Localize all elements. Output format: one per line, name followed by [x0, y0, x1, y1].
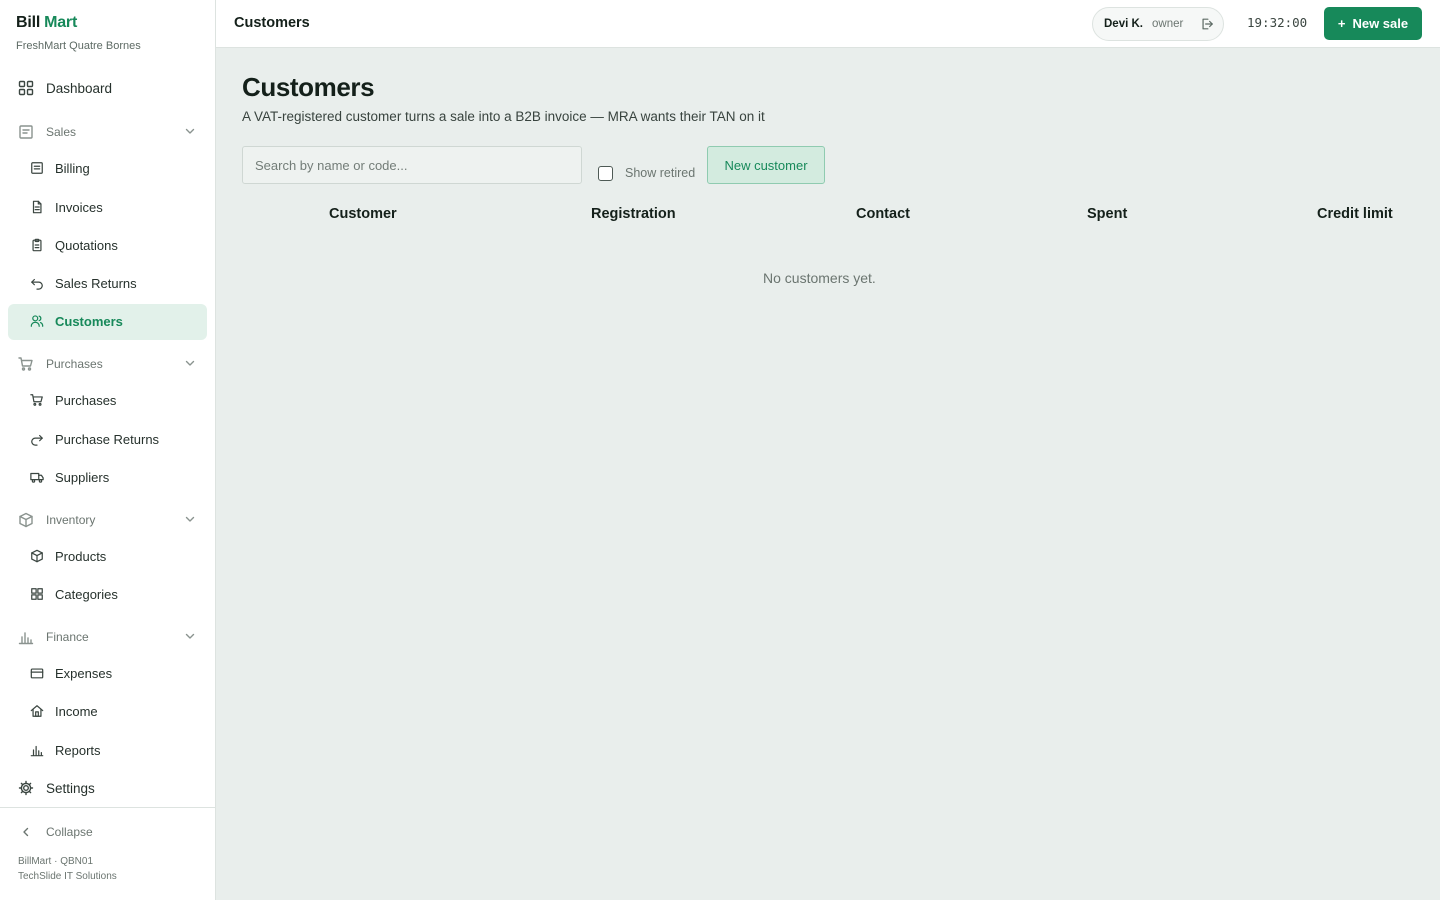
box-icon — [16, 510, 36, 530]
user-role: owner — [1152, 18, 1184, 30]
wallet-icon — [28, 663, 46, 683]
return-arrow-icon — [28, 273, 46, 293]
sidebar-item-label: Billing — [55, 160, 90, 176]
sidebar-item-purchase-returns[interactable]: Purchase Returns — [28, 429, 159, 449]
sidebar-item-label: Reports — [55, 742, 101, 758]
users-icon — [28, 311, 46, 331]
sidebar-item-label: Purchase Returns — [55, 431, 160, 447]
sidebar-group-sales[interactable]: Sales — [16, 122, 200, 142]
sidebar-item-label: Suppliers — [55, 469, 110, 485]
collapse-sidebar-button[interactable]: Collapse — [16, 822, 93, 842]
show-retired-label: Show retired — [625, 166, 696, 180]
home-icon — [28, 701, 46, 721]
page-subtitle: A VAT-registered customer turns a sale i… — [242, 109, 765, 124]
new-customer-button[interactable]: New customer — [707, 146, 825, 184]
page-title: Customers — [242, 72, 375, 102]
store-name: FreshMart Quatre Bornes — [16, 40, 141, 52]
sidebar-item-dashboard[interactable]: Dashboard — [16, 78, 112, 98]
sidebar-item-quotations[interactable]: Quotations — [28, 235, 118, 255]
sales-icon — [16, 122, 36, 142]
gear-icon — [16, 778, 36, 798]
sidebar-item-billing[interactable]: Billing — [28, 158, 90, 178]
column-header-registration[interactable]: Registration — [591, 206, 676, 222]
chevron-down-icon — [184, 357, 196, 372]
sidebar-group-label: Purchases — [46, 357, 103, 371]
brand-logo[interactable]: Bill Mart — [16, 14, 77, 32]
chevron-down-icon — [184, 513, 196, 528]
clock: 19:32:00 — [1247, 15, 1308, 30]
box-icon — [28, 546, 46, 566]
sidebar-group-inventory[interactable]: Inventory — [16, 510, 200, 530]
brand-name-part2: Mart — [44, 14, 78, 31]
search-input[interactable] — [242, 146, 582, 184]
sidebar-item-categories[interactable]: Categories — [28, 584, 118, 604]
sidebar-item-label: Income — [55, 703, 98, 719]
topbar-title: Customers — [234, 15, 310, 31]
sidebar-item-purchases[interactable]: Purchases — [28, 390, 116, 410]
forward-arrow-icon — [28, 429, 46, 449]
sidebar-item-income[interactable]: Income — [28, 701, 98, 721]
dashboard-icon — [16, 78, 36, 98]
sidebar-group-finance[interactable]: Finance — [16, 627, 200, 647]
logout-icon[interactable] — [1200, 17, 1214, 31]
sidebar-item-customers[interactable]: Customers — [28, 311, 123, 331]
brand-name-part1: Bill — [16, 14, 41, 31]
sidebar-group-label: Sales — [46, 125, 77, 139]
sidebar-item-products[interactable]: Products — [28, 546, 106, 566]
user-name: Devi K. — [1104, 18, 1143, 30]
sidebar-item-label: Purchases — [55, 392, 117, 408]
chevron-down-icon — [184, 125, 196, 140]
truck-icon — [28, 467, 46, 487]
sidebar-item-invoices[interactable]: Invoices — [28, 197, 103, 217]
sidebar-item-expenses[interactable]: Expenses — [28, 663, 112, 683]
column-header-customer[interactable]: Customer — [329, 206, 397, 222]
sidebar-divider — [0, 807, 216, 808]
sidebar-item-label: Sales Returns — [55, 275, 137, 291]
collapse-label: Collapse — [46, 825, 93, 839]
clipboard-icon — [28, 235, 46, 255]
sidebar-item-label: Settings — [46, 780, 95, 796]
chevron-down-icon — [184, 630, 196, 645]
app-store-code: BillMart · QBN01 — [18, 856, 94, 867]
sidebar-item-reports[interactable]: Reports — [28, 740, 101, 760]
sidebar-item-settings[interactable]: Settings — [16, 778, 95, 798]
sidebar-item-label: Products — [55, 548, 107, 564]
column-header-credit-limit[interactable]: Credit limit — [1317, 206, 1393, 222]
sidebar-group-label: Finance — [46, 630, 89, 644]
sidebar-item-label: Quotations — [55, 237, 118, 253]
sidebar: Bill Mart FreshMart Quatre Bornes Dashboa… — [0, 0, 216, 900]
new-sale-label: New sale — [1352, 16, 1409, 31]
cart-icon — [28, 390, 46, 410]
document-icon — [28, 197, 46, 217]
sidebar-item-suppliers[interactable]: Suppliers — [28, 467, 109, 487]
grid-icon — [28, 584, 46, 604]
topbar: Customers Devi K. owner 19:32:00 + New s… — [216, 0, 1440, 48]
billing-icon — [28, 158, 46, 178]
column-header-contact[interactable]: Contact — [856, 206, 910, 222]
user-menu[interactable]: Devi K. owner — [1092, 7, 1224, 41]
chart-icon — [16, 627, 36, 647]
show-retired-checkbox[interactable] — [598, 166, 613, 181]
empty-state-message: No customers yet. — [763, 270, 876, 286]
cart-icon — [16, 354, 36, 374]
sidebar-item-sales-returns[interactable]: Sales Returns — [28, 273, 137, 293]
plus-icon: + — [1337, 16, 1346, 31]
new-sale-button[interactable]: + New sale — [1324, 7, 1422, 40]
sidebar-item-label: Expenses — [55, 665, 113, 681]
column-header-spent[interactable]: Spent — [1087, 206, 1127, 222]
sidebar-item-label: Customers — [55, 313, 123, 329]
chevron-left-icon — [16, 822, 36, 842]
chart-icon — [28, 740, 46, 760]
sidebar-item-label: Categories — [55, 586, 118, 602]
sidebar-item-label: Invoices — [55, 199, 103, 215]
sidebar-item-label: Dashboard — [46, 80, 113, 96]
sidebar-group-label: Inventory — [46, 513, 96, 527]
vendor-credit: TechSlide IT Solutions — [18, 871, 117, 882]
sidebar-group-purchases[interactable]: Purchases — [16, 354, 200, 374]
